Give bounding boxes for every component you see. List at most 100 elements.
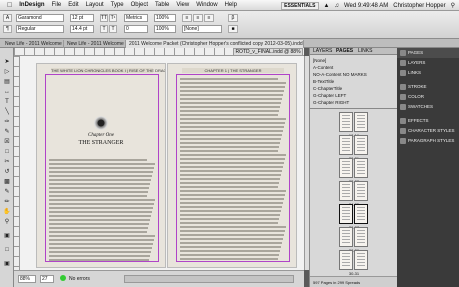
master-c-chaptertitle[interactable]: C-ChapterTitle [313, 85, 367, 92]
tracking-field[interactable]: 0 [124, 25, 148, 33]
align-center-icon[interactable]: ≡ [193, 14, 203, 22]
align-left-icon[interactable]: ≡ [182, 14, 192, 22]
font-style-field[interactable]: Regular [16, 25, 64, 33]
hand-tool-icon[interactable]: ✋ [2, 208, 12, 216]
type-tool-icon[interactable]: A [3, 14, 12, 22]
master-g-chapter-left[interactable]: G-Chapter LEFT [313, 92, 367, 99]
master-no-a-content[interactable]: NO-A-Content NO MARKS [313, 71, 367, 78]
page-thumbnail[interactable] [339, 204, 353, 224]
menu-window[interactable]: Window [196, 2, 217, 8]
underline-button[interactable]: T [100, 25, 108, 33]
pen-tool-icon[interactable]: ✑ [2, 118, 12, 126]
page-thumbnail[interactable] [339, 135, 353, 155]
master-g-chapter-right[interactable]: G-Chapter RIGHT [313, 99, 367, 106]
menu-help[interactable]: Help [225, 2, 237, 8]
font-size-field[interactable]: 12 pt [70, 14, 94, 22]
line-tool-icon[interactable]: ╲ [2, 108, 12, 116]
zoom-field[interactable]: 88% [18, 275, 36, 283]
left-page[interactable]: THE WHITE LION CHRONICLES BOOK I | RISE … [36, 63, 166, 268]
strikethrough-button[interactable]: T [109, 25, 117, 33]
color-fill-icon[interactable]: ■ [228, 25, 238, 33]
gap-tool-icon[interactable]: ↔ [2, 88, 12, 96]
page-thumbnail[interactable] [339, 181, 353, 201]
paragraph-mode-icon[interactable]: ¶ [3, 25, 12, 33]
dock-stroke[interactable]: STROKE [397, 82, 459, 92]
page-thumbnail[interactable] [354, 181, 368, 201]
menu-view[interactable]: View [176, 2, 189, 8]
menu-file[interactable]: File [52, 2, 62, 8]
page-thumbnail[interactable] [339, 250, 353, 270]
page-thumbnail[interactable] [339, 227, 353, 247]
tab-document-1[interactable]: New Life - 2011 Welcome Packet.indd @ 72… [2, 40, 64, 48]
align-right-icon[interactable]: ≡ [204, 14, 214, 22]
workspace-switcher[interactable]: ESSENTIALS [281, 1, 319, 10]
menu-table[interactable]: Table [155, 2, 169, 8]
menu-edit[interactable]: Edit [68, 2, 78, 8]
vertical-scale-field[interactable]: 100% [154, 14, 176, 22]
document-window-title[interactable]: ROTD_v_FINAL.indd @ 88% [233, 48, 303, 56]
menu-object[interactable]: Object [131, 2, 148, 8]
tab-document-3[interactable]: 2011 Welcome Packet (Christopher Hopper'… [126, 40, 304, 48]
kerning-field[interactable]: Metrics [124, 14, 148, 22]
dock-paragraph-styles[interactable]: PARAGRAPH STYLES [397, 136, 459, 146]
preflight-status-icon[interactable] [60, 275, 66, 281]
type-tool-icon[interactable]: T [2, 98, 12, 106]
spotlight-icon[interactable]: ⚲ [451, 2, 455, 9]
panel-divider[interactable] [310, 108, 398, 109]
formatting-container-icon[interactable]: □ [2, 246, 12, 254]
dock-layers[interactable]: LAYERS [397, 58, 459, 68]
menu-type[interactable]: Type [111, 2, 124, 8]
horizontal-scrollbar[interactable] [124, 275, 294, 283]
horizontal-scale-field[interactable]: 100% [154, 25, 176, 33]
dock-character-styles[interactable]: CHARACTER STYLES [397, 126, 459, 136]
right-page[interactable]: CHAPTER 1 | THE STRANGER [167, 63, 297, 268]
master-none[interactable]: [None] [313, 57, 367, 64]
menu-app-name[interactable]: InDesign [19, 2, 44, 8]
page-thumbnail[interactable] [354, 227, 368, 247]
language-icon[interactable]: β [228, 14, 238, 22]
all-caps-button[interactable]: TT [100, 14, 108, 22]
page-thumbnail[interactable] [354, 250, 368, 270]
page-field[interactable]: 27 [40, 275, 54, 283]
clock[interactable]: Wed 9:49:48 AM [344, 3, 388, 9]
master-b-texttitle[interactable]: B-TextTitle [313, 78, 367, 85]
page-thumbnail[interactable] [354, 158, 368, 178]
font-family-field[interactable]: Garamond [16, 14, 64, 22]
page-thumbnail[interactable] [354, 135, 368, 155]
gradient-tool-icon[interactable]: ▩ [2, 178, 12, 186]
user-name[interactable]: Christopher Hopper [393, 3, 445, 9]
page-thumbnail[interactable] [339, 158, 353, 178]
dock-pages[interactable]: PAGES [397, 48, 459, 58]
swatch-field[interactable]: [None] [182, 25, 222, 33]
zoom-tool-icon[interactable]: ⚲ [2, 218, 12, 226]
pencil-tool-icon[interactable]: ✎ [2, 128, 12, 136]
selection-tool-icon[interactable]: ➤ [2, 58, 12, 66]
screen-mode-icon[interactable]: ▣ [2, 260, 12, 268]
tab-document-2[interactable]: New Life - 2011 Welcome Packet.indd @ 72… [64, 40, 126, 48]
preflight-status[interactable]: No errors [69, 275, 90, 283]
page-tool-icon[interactable]: ▤ [2, 78, 12, 86]
dock-swatches[interactable]: SWATCHES [397, 102, 459, 112]
direct-selection-tool-icon[interactable]: ▷ [2, 68, 12, 76]
transform-tool-icon[interactable]: ↺ [2, 168, 12, 176]
rectangle-frame-tool-icon[interactable]: ☒ [2, 138, 12, 146]
page-thumbnail[interactable] [354, 112, 368, 132]
master-a-content[interactable]: A-Content [313, 64, 367, 71]
volume-icon[interactable]: ♫ [334, 3, 339, 9]
scissors-tool-icon[interactable]: ✂ [2, 158, 12, 166]
tab-links[interactable]: LINKS [358, 48, 372, 55]
apple-icon[interactable]:  [7, 2, 12, 9]
note-tool-icon[interactable]: ✎ [2, 188, 12, 196]
dock-color[interactable]: COLOR [397, 92, 459, 102]
tab-pages[interactable]: PAGES [336, 48, 353, 55]
pasteboard[interactable]: THE WHITE LION CHRONICLES BOOK I | RISE … [20, 56, 304, 270]
eyedropper-tool-icon[interactable]: ✏ [2, 198, 12, 206]
leading-field[interactable]: 14.4 pt [70, 25, 94, 33]
menu-layout[interactable]: Layout [86, 2, 104, 8]
page-thumbnail[interactable] [339, 112, 353, 132]
tab-layers[interactable]: LAYERS [313, 48, 332, 55]
page-thumbnail[interactable] [354, 204, 368, 224]
dock-links[interactable]: LINKS [397, 68, 459, 78]
dock-effects[interactable]: EFFECTS [397, 116, 459, 126]
rectangle-tool-icon[interactable]: □ [2, 148, 12, 156]
